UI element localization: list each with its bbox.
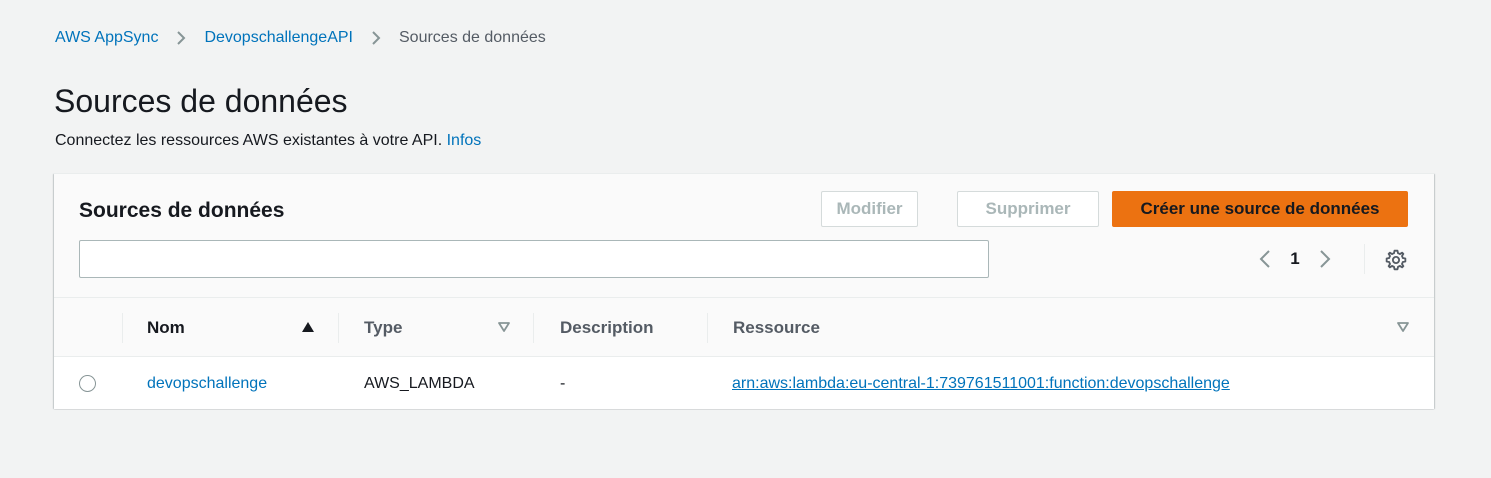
pagination: 1 (1252, 246, 1338, 272)
data-source-type: AWS_LAMBDA (364, 374, 475, 392)
sort-ascending-icon[interactable] (301, 320, 315, 334)
data-source-description: - (560, 374, 566, 392)
current-page-number[interactable]: 1 (1278, 249, 1312, 269)
column-header-nom[interactable]: Nom (147, 298, 185, 357)
delete-button[interactable]: Supprimer (957, 191, 1099, 227)
column-header-label: Nom (147, 317, 185, 337)
page-title: Sources de données (54, 83, 348, 119)
data-sources-panel: Sources de données Modifier Supprimer Cr… (54, 173, 1434, 409)
next-page-button[interactable] (1312, 246, 1338, 272)
column-separator (338, 313, 339, 343)
row-select-radio[interactable] (79, 375, 96, 392)
column-header-label: Description (560, 317, 654, 337)
pager-divider (1364, 244, 1365, 274)
column-separator (533, 313, 534, 343)
search-input[interactable] (79, 240, 989, 278)
column-separator (122, 313, 123, 343)
table-header: Nom Type Description Ressource (54, 298, 1434, 357)
chevron-right-icon (1320, 250, 1331, 268)
edit-button[interactable]: Modifier (821, 191, 918, 227)
breadcrumb-current: Sources de données (399, 29, 546, 46)
table-row[interactable]: devopschallenge AWS_LAMBDA - arn:aws:lam… (54, 358, 1434, 409)
breadcrumb-appsync-link[interactable]: AWS AppSync (55, 28, 158, 48)
panel-title: Sources de données (79, 199, 285, 222)
chevron-right-icon (176, 30, 186, 46)
info-link[interactable]: Infos (447, 132, 482, 149)
panel-header: Sources de données Modifier Supprimer Cr… (54, 174, 1434, 298)
data-source-name-link[interactable]: devopschallenge (147, 358, 267, 409)
sort-descending-icon[interactable] (497, 320, 511, 334)
column-header-ressource[interactable]: Ressource (733, 298, 820, 357)
chevron-right-icon (371, 30, 381, 46)
column-header-label: Type (364, 317, 403, 337)
column-separator (707, 313, 708, 343)
page-description: Connectez les ressources AWS existantes … (55, 131, 481, 151)
data-source-resource-link[interactable]: arn:aws:lambda:eu-central-1:739761511001… (732, 358, 1230, 409)
previous-page-button[interactable] (1252, 246, 1278, 272)
page-description-text: Connectez les ressources AWS existantes … (55, 132, 443, 149)
column-header-label: Ressource (733, 317, 820, 337)
preferences-button[interactable] (1384, 248, 1408, 272)
chevron-left-icon (1259, 250, 1270, 268)
breadcrumb-api-link[interactable]: DevopschallengeAPI (204, 28, 353, 48)
create-data-source-button[interactable]: Créer une source de données (1112, 191, 1408, 227)
column-header-description: Description (560, 298, 654, 357)
breadcrumb: AWS AppSync DevopschallengeAPI Sources d… (55, 28, 546, 48)
column-header-type[interactable]: Type (364, 298, 402, 357)
gear-icon (1385, 249, 1407, 271)
sort-descending-icon[interactable] (1396, 320, 1410, 334)
